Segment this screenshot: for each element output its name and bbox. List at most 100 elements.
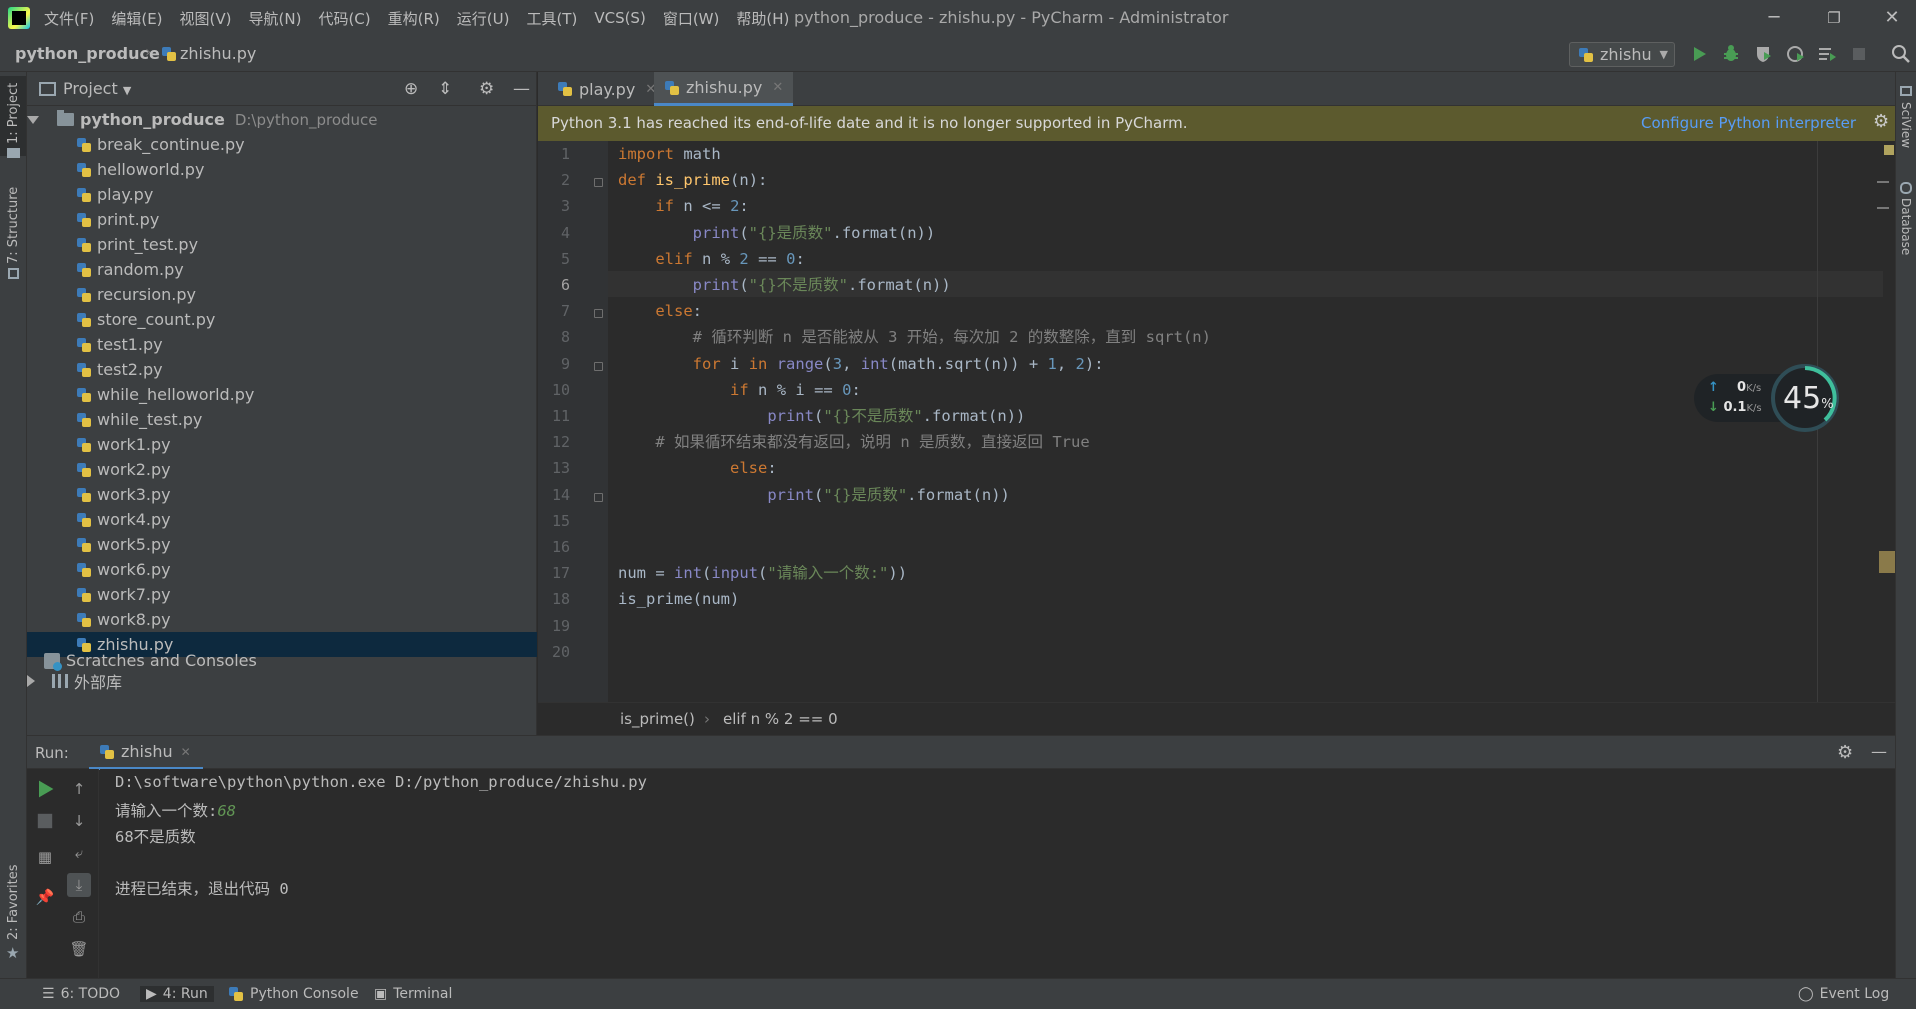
menu-vcs[interactable]: VCS(S) xyxy=(594,9,645,27)
breadcrumb-file[interactable]: zhishu.py xyxy=(180,44,256,63)
tree-root[interactable]: python_produce D:\python_produce xyxy=(27,107,537,132)
favorites-tool-label[interactable]: 2: Favorites xyxy=(6,864,21,940)
code-line: print("{}不是质数".format(n)) xyxy=(692,276,951,294)
file-item[interactable]: play.py xyxy=(27,182,537,207)
event-log-button[interactable]: ◯ Event Log xyxy=(1798,986,1889,1002)
collapse-all-icon[interactable]: ⇕ xyxy=(438,79,452,99)
file-item[interactable]: work4.py xyxy=(27,507,537,532)
arrow-up-icon[interactable]: ↑ xyxy=(67,777,91,801)
file-item[interactable]: test1.py xyxy=(27,332,537,357)
download-value: 0.1 xyxy=(1723,400,1747,415)
database-tool-label[interactable]: Database xyxy=(1899,198,1913,255)
menu-code[interactable]: 代码(C) xyxy=(318,8,370,29)
menu-view[interactable]: 视图(V) xyxy=(180,8,232,29)
fold-marker-icon[interactable] xyxy=(594,361,603,371)
print-icon[interactable]: ⎙ xyxy=(67,905,91,929)
terminal-button[interactable]: ▣ Terminal xyxy=(374,986,452,1002)
file-item[interactable]: helloworld.py xyxy=(27,157,537,182)
layout-icon[interactable]: ▦ xyxy=(33,845,57,869)
close-window-button[interactable]: ✕ xyxy=(1878,6,1906,30)
fold-marker-icon[interactable] xyxy=(594,492,603,502)
file-item[interactable]: work3.py xyxy=(27,482,537,507)
arrow-down-icon[interactable]: ↓ xyxy=(67,809,91,833)
file-item[interactable]: store_count.py xyxy=(27,307,537,332)
file-item[interactable]: print.py xyxy=(27,207,537,232)
file-item[interactable]: work1.py xyxy=(27,432,537,457)
fold-marker-icon[interactable] xyxy=(594,309,603,319)
breadcrumb-statement[interactable]: elif n % 2 == 0 xyxy=(723,710,838,728)
file-item[interactable]: while_helloworld.py xyxy=(27,382,537,407)
breadcrumb-function[interactable]: is_prime() xyxy=(620,710,695,728)
tree-external-libs[interactable]: 外部库 xyxy=(27,668,537,693)
python-file-icon xyxy=(76,187,92,203)
concurrency-icon[interactable] xyxy=(1816,44,1838,64)
scroll-to-end-icon[interactable]: ⤓ xyxy=(67,873,91,897)
file-item[interactable]: break_continue.py xyxy=(27,132,537,157)
python-file-icon xyxy=(99,744,115,760)
debug-icon[interactable] xyxy=(1720,44,1742,64)
gear-icon[interactable]: ⚙ xyxy=(1873,111,1889,132)
locate-icon[interactable]: ⊕ xyxy=(404,79,418,99)
hide-icon[interactable]: — xyxy=(513,79,530,99)
menu-edit[interactable]: 编辑(E) xyxy=(111,8,162,29)
editor-scrollbar[interactable] xyxy=(1877,141,1895,702)
menu-file[interactable]: 文件(F) xyxy=(44,8,94,29)
tab-play-py[interactable]: play.py ✕ xyxy=(547,72,666,106)
menu-refactor[interactable]: 重构(R) xyxy=(388,8,440,29)
close-icon[interactable]: ✕ xyxy=(181,745,191,759)
file-item[interactable]: recursion.py xyxy=(27,282,537,307)
menu-window[interactable]: 窗口(W) xyxy=(663,8,720,29)
pin-icon[interactable]: 📌 xyxy=(33,885,57,909)
menu-run[interactable]: 运行(U) xyxy=(457,8,510,29)
todo-tool-button[interactable]: ☰ 6: TODO xyxy=(42,986,120,1002)
python-console-label: Python Console xyxy=(250,986,359,1002)
file-item[interactable]: work8.py xyxy=(27,607,537,632)
minimize-button[interactable]: ─ xyxy=(1760,6,1788,30)
profile-icon[interactable] xyxy=(1784,44,1806,64)
run-console[interactable]: D:\software\python\python.exe D:/python_… xyxy=(100,769,1895,978)
run-tab-zhishu[interactable]: zhishu ✕ xyxy=(89,736,203,770)
coverage-icon[interactable] xyxy=(1752,44,1774,64)
menu-tools[interactable]: 工具(T) xyxy=(526,8,577,29)
file-item[interactable]: test2.py xyxy=(27,357,537,382)
file-item[interactable]: work7.py xyxy=(27,582,537,607)
project-tool-label[interactable]: 1: Project xyxy=(6,83,21,144)
close-icon[interactable]: ✕ xyxy=(772,80,783,95)
file-item[interactable]: work2.py xyxy=(27,457,537,482)
file-item[interactable]: print_test.py xyxy=(27,232,537,257)
project-view-select[interactable]: Project ▼ xyxy=(63,79,131,98)
stop-icon[interactable] xyxy=(1848,44,1870,64)
expand-arrow-icon[interactable] xyxy=(27,115,39,124)
sciview-tool-label[interactable]: SciView xyxy=(1899,102,1913,148)
file-item[interactable]: random.py xyxy=(27,257,537,282)
hide-icon[interactable]: — xyxy=(1871,742,1887,761)
tab-zhishu-py[interactable]: zhishu.py ✕ xyxy=(654,72,794,106)
file-item[interactable]: while_test.py xyxy=(27,407,537,432)
gear-icon[interactable]: ⚙ xyxy=(479,79,494,99)
fold-marker-icon[interactable] xyxy=(594,178,603,188)
configure-interpreter-link[interactable]: Configure Python interpreter xyxy=(1641,114,1856,132)
gear-icon[interactable]: ⚙ xyxy=(1837,742,1853,763)
expand-arrow-icon[interactable] xyxy=(27,674,35,687)
stop-icon[interactable] xyxy=(33,809,57,833)
trash-icon[interactable]: 🗑 xyxy=(67,937,91,961)
file-name: helloworld.py xyxy=(97,160,205,179)
python-file-icon xyxy=(161,46,177,62)
file-item[interactable]: work5.py xyxy=(27,532,537,557)
breadcrumb-project[interactable]: python_produce xyxy=(15,44,160,63)
search-icon[interactable] xyxy=(1890,44,1912,64)
structure-tool-label[interactable]: 7: Structure xyxy=(6,187,21,264)
run-tool-button[interactable]: ▶ 4: Run xyxy=(140,986,214,1002)
scroll-thumb[interactable] xyxy=(1879,551,1895,573)
run-icon[interactable] xyxy=(1688,44,1710,64)
python-console-button[interactable]: Python Console xyxy=(228,986,359,1002)
rerun-icon[interactable] xyxy=(33,777,57,801)
file-item[interactable]: work6.py xyxy=(27,557,537,582)
menu-help[interactable]: 帮助(H) xyxy=(736,8,789,29)
soft-wrap-icon[interactable]: ⤶ xyxy=(67,841,91,865)
python-file-icon xyxy=(76,412,92,428)
run-config-select[interactable]: zhishu ▼ xyxy=(1569,42,1675,67)
menu-navigate[interactable]: 导航(N) xyxy=(249,8,302,29)
code-line: if n <= 2: xyxy=(655,197,749,216)
restore-button[interactable]: ❐ xyxy=(1820,6,1848,30)
